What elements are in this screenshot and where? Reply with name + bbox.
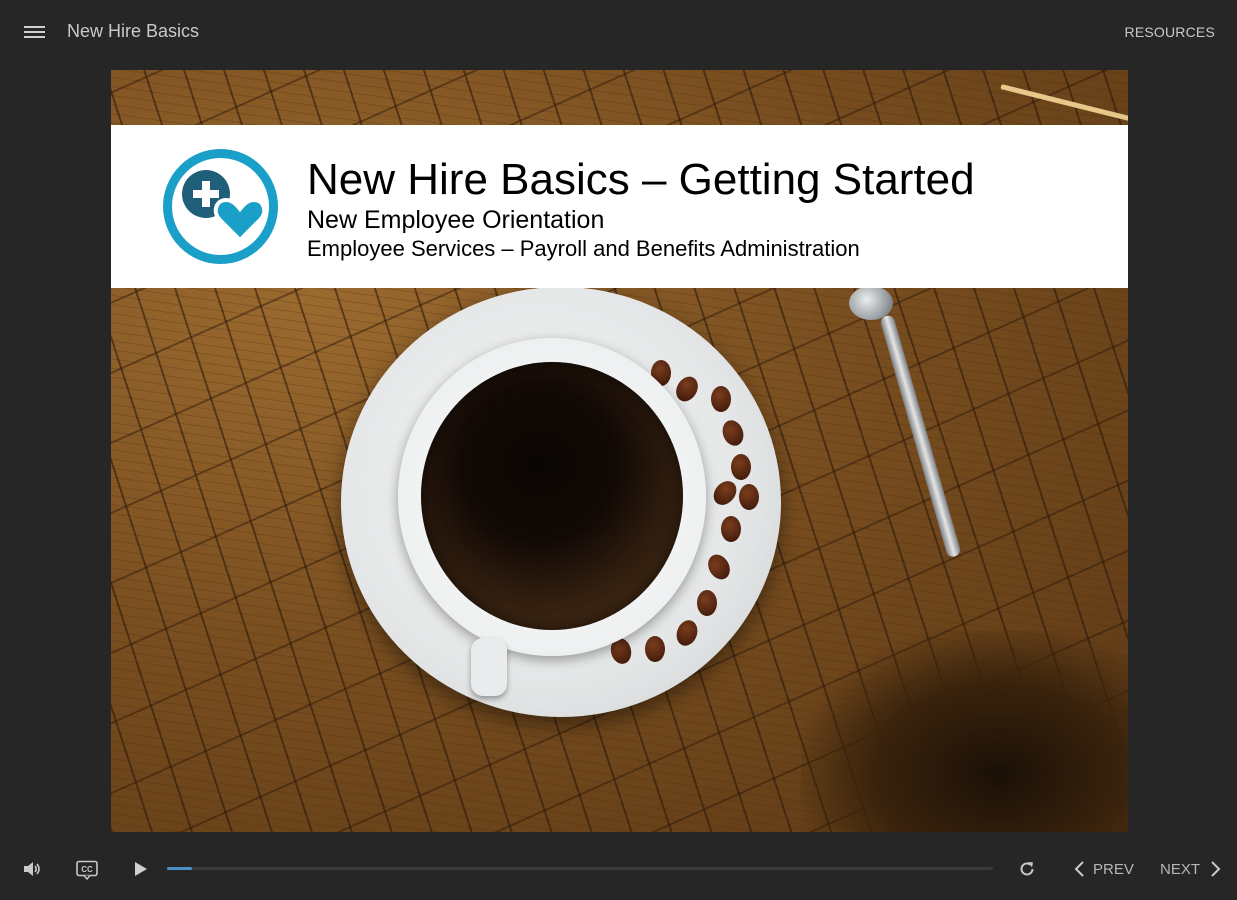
- progress-bar[interactable]: [167, 867, 993, 870]
- resources-link[interactable]: RESOURCES: [1125, 24, 1215, 40]
- prev-button[interactable]: PREV: [1073, 859, 1134, 879]
- wooden-stick-decoration: [1000, 84, 1128, 123]
- slide-subtitle: New Employee Orientation: [307, 206, 605, 234]
- play-icon[interactable]: [133, 860, 149, 878]
- slide-title: New Hire Basics – Getting Started: [307, 155, 975, 204]
- menu-icon[interactable]: [24, 26, 45, 40]
- medical-heart-logo: [162, 148, 279, 265]
- spoon-handle: [879, 314, 962, 559]
- volume-icon[interactable]: [22, 859, 42, 879]
- slide-canvas: New Hire Basics – Getting Started New Em…: [111, 70, 1128, 832]
- top-bar: New Hire Basics RESOURCES: [0, 0, 1237, 64]
- slide-department: Employee Services – Payroll and Benefits…: [307, 236, 860, 261]
- progress-fill: [167, 867, 192, 870]
- coffee-bean: [711, 386, 731, 412]
- replay-icon[interactable]: [1017, 859, 1037, 879]
- coffee-bean: [731, 454, 751, 480]
- slide-background-shadow: [801, 630, 1128, 832]
- coffee-bean: [645, 636, 665, 662]
- coffee-surface: [421, 362, 683, 630]
- next-label: NEXT: [1160, 860, 1201, 878]
- coffee-bean: [697, 590, 717, 616]
- svg-text:CC: CC: [81, 865, 93, 874]
- playback-controls: CC PREV NEXT: [0, 836, 1237, 900]
- app-title: New Hire Basics: [67, 21, 200, 41]
- title-banner: New Hire Basics – Getting Started New Em…: [111, 125, 1128, 288]
- chevron-left-icon: [1074, 861, 1084, 877]
- cup-handle: [471, 638, 507, 696]
- chevron-right-icon: [1211, 861, 1221, 877]
- coffee-bean: [739, 484, 759, 510]
- next-button[interactable]: NEXT: [1160, 859, 1222, 879]
- coffee-bean: [721, 516, 741, 542]
- prev-label: PREV: [1093, 860, 1134, 878]
- closed-captions-icon[interactable]: CC: [76, 860, 98, 881]
